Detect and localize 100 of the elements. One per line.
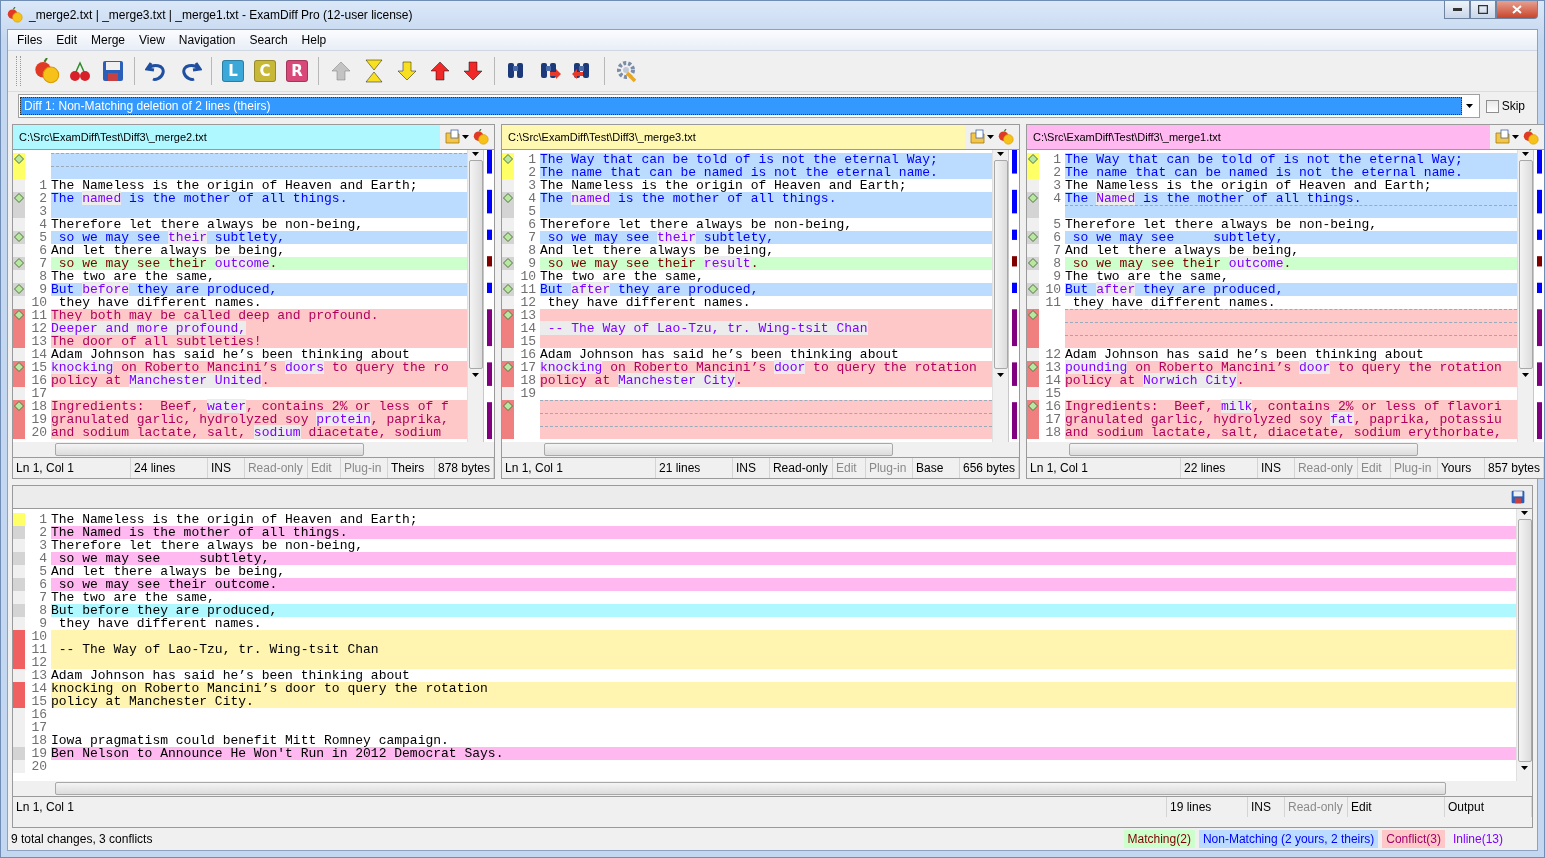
open-file-button[interactable] (969, 127, 995, 147)
status-field: Read-only (1294, 458, 1358, 478)
line-number: 1 (38, 179, 48, 192)
double-arrow-icon (362, 59, 385, 83)
open-file-button[interactable] (444, 127, 470, 147)
status-field: Theirs (387, 458, 435, 478)
skip-checkbox[interactable] (1485, 99, 1499, 113)
menu-item[interactable]: Search (242, 33, 295, 47)
settings-icon (614, 59, 639, 83)
line-number: 20 (30, 426, 48, 439)
line-number: 3 (527, 179, 537, 192)
line-number: 17 (30, 387, 48, 400)
line-number: 3 (1052, 179, 1062, 192)
line-number: 19 (519, 387, 537, 400)
caret-icon (1466, 104, 1474, 108)
status-field: 21 lines (655, 458, 733, 478)
line-number: 4 (38, 218, 48, 231)
status-field: Ln 1, Col 1 (13, 797, 1167, 817)
gutter-cell (13, 656, 25, 669)
file-path-field[interactable]: C:\Src\ExamDiff\Test\Diff3\_merge3.txt (502, 125, 965, 149)
change-summary: 9 total changes, 3 conflicts (10, 832, 154, 846)
folder-icon (445, 129, 461, 145)
maximize-icon (1478, 5, 1488, 14)
caret-icon (1521, 511, 1528, 515)
folder-icon (970, 129, 986, 145)
line-number: 11 (519, 283, 537, 296)
line-number: 18 (30, 734, 48, 747)
window-title: _merge2.txt | _merge3.txt | _merge1.txt - ExamDiff Pro (12-user license) (29, 8, 414, 22)
menu-item[interactable]: Merge (84, 33, 133, 47)
status-field: Edit (307, 458, 341, 478)
status-field: Ln 1, Col 1 (13, 458, 131, 478)
line-number: 13 (519, 309, 537, 322)
gutter-cell (13, 335, 25, 348)
minimize-icon (1452, 8, 1462, 11)
status-field: Plug-in (1390, 458, 1438, 478)
gutter-cell (13, 734, 25, 747)
menu-item[interactable]: Navigation (171, 33, 243, 47)
status-field: INS (732, 458, 770, 478)
fruit-icon (33, 58, 60, 84)
status-field: Plug-in (340, 458, 388, 478)
file-path-field[interactable]: C:\Src\ExamDiff\Test\Diff3\_merge2.txt (13, 125, 440, 149)
line-number: 2 (38, 526, 48, 539)
caret-icon (1512, 135, 1519, 139)
open-file-button[interactable] (1494, 127, 1520, 147)
line-number: 14 (30, 348, 48, 361)
vertical-scrollbar[interactable] (1517, 150, 1533, 442)
close-button[interactable] (1496, 1, 1538, 19)
status-field: INS (1257, 458, 1295, 478)
line-number: 13 (30, 669, 48, 682)
minimize-button[interactable] (1444, 1, 1470, 19)
status-field: INS (1248, 797, 1285, 817)
line-number: 7 (38, 591, 48, 604)
status-field: Edit (1348, 797, 1445, 817)
line-number: 9 (527, 257, 537, 270)
line-number: 13 (30, 335, 48, 348)
caret-icon (472, 373, 479, 378)
line-number: 7 (1052, 244, 1062, 257)
line-number: 6 (1052, 231, 1062, 244)
menu-item[interactable]: View (132, 33, 172, 47)
compare-button[interactable] (472, 127, 490, 147)
line-number: 12 (30, 656, 48, 669)
compare-button[interactable] (1522, 127, 1540, 147)
pane-select-button[interactable]: R (286, 60, 308, 82)
line-number: 18 (30, 400, 48, 413)
line-number: 20 (30, 760, 48, 773)
gutter-cell (502, 426, 514, 439)
menu-item[interactable]: Help (294, 33, 334, 47)
line-number: 8 (38, 604, 48, 617)
skip-label: Skip (1501, 99, 1525, 113)
line-number: 5 (527, 205, 537, 218)
line-number: 9 (38, 617, 48, 630)
line-number: 1 (1052, 153, 1062, 166)
gutter-cell (1027, 335, 1039, 348)
line-number: 5 (38, 565, 48, 578)
line-number: 19 (30, 413, 48, 426)
line-number: 3 (38, 205, 48, 218)
menu-item[interactable]: Files (10, 33, 50, 47)
vertical-scrollbar[interactable] (467, 150, 483, 442)
maximize-button[interactable] (1470, 1, 1496, 19)
menu-item[interactable]: Edit (49, 33, 85, 47)
status-field: 857 bytes (1484, 458, 1544, 478)
line-number: 9 (1052, 270, 1062, 283)
gutter-cell (1027, 426, 1039, 439)
line-number: 10 (30, 296, 48, 309)
caret-icon (1522, 152, 1529, 156)
line-number: 10 (1044, 283, 1062, 296)
compare-button[interactable] (997, 127, 1015, 147)
file-path-field[interactable]: C:\Src\ExamDiff\Test\Diff3\_merge1.txt (1027, 125, 1490, 149)
legend-item: Matching(2) (1123, 830, 1195, 848)
line-number: 14 (519, 322, 537, 335)
fruit-icon (998, 129, 1014, 145)
caret-icon (997, 152, 1004, 156)
vertical-scrollbar[interactable] (1516, 509, 1532, 781)
line-number: 6 (38, 244, 48, 257)
line-number: 4 (1052, 192, 1062, 205)
line-number: 2 (527, 166, 537, 179)
vertical-scrollbar[interactable] (992, 150, 1008, 442)
line-number: 13 (1044, 361, 1062, 374)
line-number: 18 (519, 374, 537, 387)
line-number: 16 (519, 348, 537, 361)
